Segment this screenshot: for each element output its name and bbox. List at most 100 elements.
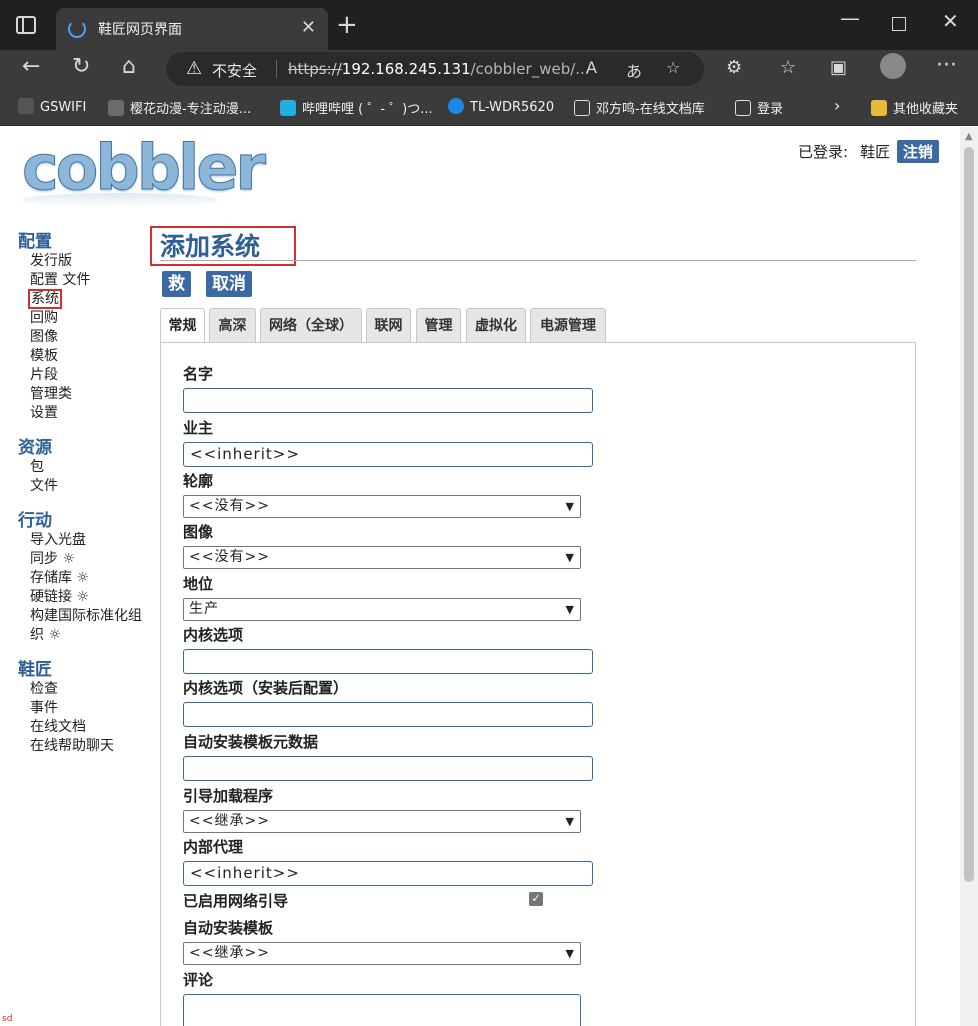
image-select[interactable]: <<没有>> ▼ — [183, 546, 581, 569]
nav-item-files[interactable]: 文件 — [18, 477, 158, 496]
more-menu-icon[interactable]: ··· — [936, 53, 957, 78]
wifi-icon — [18, 98, 34, 114]
nav-item-systems[interactable]: 系统 — [18, 289, 158, 309]
nav-item-repos[interactable]: 回购 — [18, 309, 158, 328]
url-text[interactable]: https://192.168.245.131/cobbler_web/... — [288, 60, 590, 78]
nav-item-events[interactable]: 事件 — [18, 699, 158, 718]
logout-button[interactable]: 注销 — [896, 140, 939, 163]
refresh-icon[interactable]: ↻ — [72, 54, 90, 79]
profile-select-value: <<没有>> — [189, 498, 270, 514]
minimize-icon[interactable]: — — [840, 6, 860, 30]
nav-item-online-docs[interactable]: 在线文档 — [18, 718, 158, 737]
browser-toolbar: ← ↻ ⌂ ⚠ 不安全 https://192.168.245.131/cobb… — [0, 50, 978, 88]
tab-networking[interactable]: 联网 — [366, 308, 411, 342]
tab-power-management[interactable]: 电源管理 — [530, 308, 606, 342]
autoinstall-template-label: 自动安装模板 — [183, 919, 274, 937]
profile-avatar-icon[interactable] — [880, 53, 906, 79]
bookmark-label: TL-WDR5620 — [470, 100, 555, 115]
nav-item-mgmt-classes[interactable]: 管理类 — [18, 385, 158, 404]
close-tab-icon[interactable]: ✕ — [301, 17, 316, 38]
collections-icon[interactable]: ▣ — [830, 57, 847, 78]
chevron-down-icon: ▼ — [565, 815, 575, 828]
tab-advanced[interactable]: 高深 — [209, 308, 256, 342]
nav-item-profiles[interactable]: 配置 文件 — [18, 271, 158, 290]
comment-label: 评论 — [183, 971, 214, 989]
bookmark-label: 哔哩哔哩 ( ゜- ゜)つ... — [302, 102, 433, 117]
document-icon — [735, 100, 751, 116]
netboot-checkbox[interactable]: ✓ — [529, 892, 543, 906]
maximize-icon[interactable] — [892, 17, 906, 31]
nav-item-snippets[interactable]: 片段 — [18, 366, 158, 385]
comment-textarea[interactable] — [183, 994, 581, 1026]
back-icon[interactable]: ← — [22, 54, 40, 79]
profile-select[interactable]: <<没有>> ▼ — [183, 495, 581, 518]
window-close-icon[interactable]: ✕ — [942, 9, 959, 33]
favorites-icon[interactable]: ☆ — [780, 57, 796, 78]
tab-virtualization[interactable]: 虚拟化 — [466, 308, 526, 342]
save-button[interactable]: 救 — [162, 271, 191, 297]
nav-item-check[interactable]: 检查 — [18, 680, 158, 699]
new-tab-icon[interactable]: + — [336, 12, 358, 38]
kernel-options-input[interactable] — [183, 649, 593, 674]
nav-item-packages[interactable]: 包 — [18, 458, 158, 477]
nav-item-distros[interactable]: 发行版 — [18, 252, 158, 271]
insecure-label[interactable]: 不安全 — [212, 60, 257, 81]
sidebar-toggle-icon[interactable] — [16, 16, 36, 34]
nav-item-help-chat[interactable]: 在线帮助聊天 — [18, 737, 158, 756]
bookmark-docs[interactable]: 邓方鸣-在线文档库 — [574, 98, 705, 117]
nav-item-build-iso[interactable]: 构建国际标准化组织 ☼ — [18, 607, 150, 645]
home-icon[interactable]: ⌂ — [122, 54, 136, 79]
scrollbar-thumb[interactable] — [964, 147, 974, 882]
nav-item-settings[interactable]: 设置 — [18, 404, 158, 423]
cobbler-logo[interactable]: cobbler — [22, 131, 267, 209]
bookmark-tplink[interactable]: TL-WDR5620 — [448, 98, 554, 115]
bookmark-bilibili[interactable]: 哔哩哔哩 ( ゜- ゜)つ... — [280, 98, 433, 117]
nav-group-actions: 行动 导入光盘 同步 ☼ 存储库 ☼ 硬链接 ☼ 构建国际标准化组织 ☼ — [18, 506, 158, 645]
page-scrollbar[interactable]: ▲ — [960, 127, 978, 1026]
tab-general[interactable]: 常规 — [160, 308, 205, 344]
bookmark-label: 登录 — [757, 102, 784, 117]
owner-input[interactable]: <<inherit>> — [183, 442, 593, 467]
extensions-icon[interactable]: ⚙ — [726, 57, 742, 78]
scroll-up-icon[interactable]: ▲ — [965, 131, 973, 142]
bookmark-gswifi[interactable]: GSWIFI — [18, 98, 86, 115]
bookmark-login[interactable]: 登录 — [735, 98, 783, 117]
autoinstall-meta-input[interactable] — [183, 756, 593, 781]
tab-management[interactable]: 管理 — [416, 308, 461, 342]
bookmark-other-folder[interactable]: 其他收藏夹 — [871, 98, 958, 117]
cancel-button[interactable]: 取消 — [206, 271, 252, 297]
nav-item-hardlink[interactable]: 硬链接 ☼ — [18, 588, 158, 607]
bookmarks-overflow-icon[interactable]: › — [834, 96, 840, 115]
proxy-input[interactable]: <<inherit>> — [183, 861, 593, 886]
name-input[interactable] — [183, 388, 593, 413]
address-bar[interactable]: ⚠ 不安全 https://192.168.245.131/cobbler_we… — [166, 52, 704, 86]
kernel-options-post-input[interactable] — [183, 702, 593, 727]
site-icon — [108, 100, 124, 116]
status-label: 地位 — [183, 575, 214, 593]
name-label: 名字 — [183, 365, 214, 383]
status-select[interactable]: 生产 ▼ — [183, 598, 581, 621]
bootloader-select[interactable]: <<继承>> ▼ — [183, 810, 581, 833]
add-favorite-icon[interactable]: ☆ — [666, 58, 680, 77]
nav-heading-actions: 行动 — [18, 511, 52, 531]
read-aloud-icon[interactable]: A — [586, 58, 597, 77]
nav-heading-config: 配置 — [18, 232, 52, 252]
bookmark-label: GSWIFI — [40, 100, 87, 115]
browser-tab[interactable]: 鞋匠网页界面 ✕ — [56, 8, 328, 50]
autoinstall-template-select[interactable]: <<继承>> ▼ — [183, 942, 581, 965]
nav-item-import-dvd[interactable]: 导入光盘 — [18, 531, 158, 550]
tab-networking-global[interactable]: 网络（全球） — [260, 308, 362, 342]
nav-item-images[interactable]: 图像 — [18, 328, 158, 347]
nav-item-reposync[interactable]: 存储库 ☼ — [18, 569, 158, 588]
url-scheme: https:// — [288, 60, 342, 78]
image-label: 图像 — [183, 523, 214, 541]
nav-item-templates[interactable]: 模板 — [18, 347, 158, 366]
netboot-label: 已启用网络引导 — [183, 892, 289, 910]
chevron-down-icon: ▼ — [565, 947, 575, 960]
nav-item-systems-label: 系统 — [28, 289, 62, 309]
chevron-down-icon: ▼ — [565, 551, 575, 564]
nav-item-sync[interactable]: 同步 ☼ — [18, 550, 158, 569]
translate-icon[interactable]: あ — [626, 58, 642, 82]
bookmark-sakura[interactable]: 樱花动漫-专注动漫... — [108, 98, 251, 117]
warning-icon[interactable]: ⚠ — [186, 58, 202, 79]
